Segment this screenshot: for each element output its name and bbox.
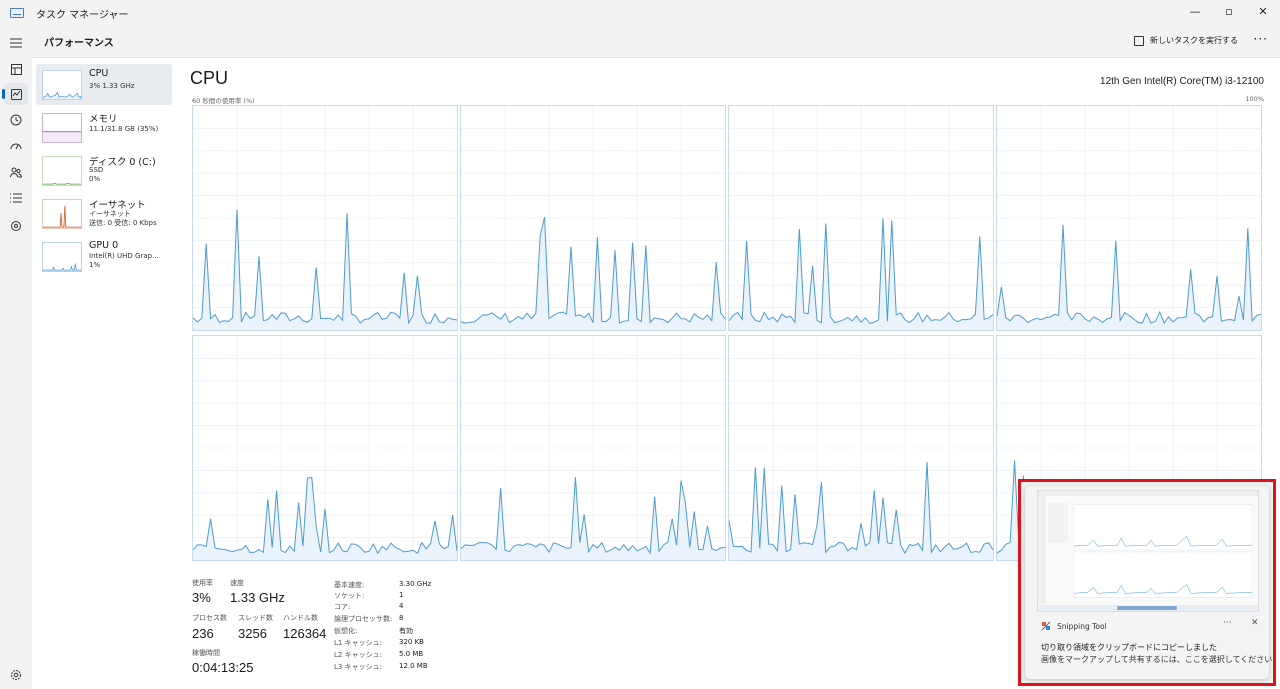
details-icon[interactable] xyxy=(4,187,28,209)
resource-item-memory[interactable]: メモリ 11.1/31.8 GB (35%) xyxy=(36,107,172,148)
chart-max-label: 100% xyxy=(1245,95,1264,103)
hamburger-menu-icon[interactable] xyxy=(4,32,28,54)
notification-close-button[interactable]: ✕ xyxy=(1251,618,1259,628)
notification-more-button[interactable]: ··· xyxy=(1223,618,1232,628)
resource-name: CPU xyxy=(89,68,109,79)
resource-detail: 11.1/31.8 GB (35%) xyxy=(89,125,159,133)
task-manager-icon xyxy=(10,8,24,18)
title-bar: タスク マネージャー — ▫ ✕ xyxy=(0,0,1280,26)
main-title: CPU xyxy=(190,68,229,88)
spec-label: 基本速度: xyxy=(334,581,365,589)
resource-name: GPU 0 xyxy=(89,240,119,251)
processes-label: プロセス数 xyxy=(192,614,227,622)
memory-thumbnail-graph xyxy=(42,113,82,143)
spec-value: 4 xyxy=(399,602,404,610)
processes-icon[interactable] xyxy=(4,58,28,80)
spec-value: 320 KB xyxy=(399,638,424,646)
cpu-core-graph xyxy=(728,335,994,561)
minimize-button[interactable]: — xyxy=(1178,0,1212,22)
more-options-button[interactable]: ··· xyxy=(1254,32,1268,46)
settings-gear-icon[interactable] xyxy=(10,666,22,680)
users-icon[interactable] xyxy=(4,161,28,183)
threads-label: スレッド数 xyxy=(238,614,273,622)
maximize-button[interactable]: ▫ xyxy=(1212,0,1246,22)
app-history-icon[interactable] xyxy=(4,109,28,131)
page-header: パフォーマンス 新しいタスクを実行する ··· xyxy=(32,26,1280,58)
cpu-model: 12th Gen Intel(R) Core(TM) i3-12100 xyxy=(1100,76,1264,87)
notification-app: Snipping Tool xyxy=(1041,621,1107,631)
spec-label: L1 キャッシュ: xyxy=(334,639,382,647)
notification-app-name: Snipping Tool xyxy=(1057,621,1107,631)
resource-list: CPU 3% 1.33 GHz メモリ 11.1/31.8 GB (35%) デ… xyxy=(36,64,172,279)
spec-value: 1 xyxy=(399,591,404,599)
spec-label: L3 キャッシュ: xyxy=(334,663,382,671)
page-title: パフォーマンス xyxy=(44,38,114,49)
spec-label: 仮想化: xyxy=(334,627,358,635)
chart-caption: 60 秒間の使用率 (%) xyxy=(192,97,255,105)
resource-item-disk[interactable]: ディスク 0 (C:) SSD 0% xyxy=(36,150,172,191)
resource-item-cpu[interactable]: CPU 3% 1.33 GHz xyxy=(36,64,172,105)
snipping-tool-icon xyxy=(1041,621,1051,631)
handles-value: 126364 xyxy=(283,626,327,641)
disk-thumbnail-graph xyxy=(42,156,82,186)
left-nav xyxy=(0,26,32,689)
cpu-core-graph xyxy=(192,105,458,331)
performance-icon[interactable] xyxy=(2,83,28,105)
run-task-icon xyxy=(1134,35,1144,46)
speed-value: 1.33 GHz xyxy=(230,590,285,605)
cpu-thumbnail-graph xyxy=(42,70,82,100)
startup-apps-icon[interactable] xyxy=(4,135,28,157)
usage-value: 3% xyxy=(192,590,211,605)
window-title: タスク マネージャー xyxy=(36,9,129,21)
notification-card[interactable]: Snipping Tool ··· ✕ 切り取り領域をクリップボードにコピーしま… xyxy=(1025,486,1273,679)
resource-detail: 3% 1.33 GHz xyxy=(89,82,135,90)
cpu-core-graph xyxy=(996,105,1262,331)
uptime-value: 0:04:13:25 xyxy=(192,660,254,675)
notification-subtext: 画像をマークアップして共有するには、ここを選択してください xyxy=(1041,655,1273,664)
resource-detail: 1% xyxy=(89,261,101,269)
usage-label: 使用率 xyxy=(192,579,213,587)
spec-label: ソケット: xyxy=(334,592,365,600)
services-icon[interactable] xyxy=(4,215,28,237)
resource-name: メモリ xyxy=(89,114,118,125)
snipping-tool-notification[interactable]: Snipping Tool ··· ✕ 切り取り領域をクリップボードにコピーしま… xyxy=(1018,479,1276,686)
spec-value: 12.0 MB xyxy=(399,662,428,670)
close-button[interactable]: ✕ xyxy=(1246,0,1280,22)
spec-value: 3.30 GHz xyxy=(399,580,432,588)
window-controls: — ▫ ✕ xyxy=(1178,0,1280,26)
spec-value: 5.0 MB xyxy=(399,650,424,658)
spec-label: 論理プロセッサ数: xyxy=(334,615,393,623)
threads-value: 3256 xyxy=(238,626,267,641)
spec-value: 有効 xyxy=(399,627,413,635)
handles-label: ハンドル数 xyxy=(283,614,318,622)
cpu-core-graph xyxy=(192,335,458,561)
gpu-thumbnail-graph xyxy=(42,242,82,272)
ethernet-thumbnail-graph xyxy=(42,199,82,229)
resource-detail: Intel(R) UHD Grap... xyxy=(89,252,159,260)
screenshot-preview[interactable] xyxy=(1037,490,1259,612)
run-new-task-button[interactable]: 新しいタスクを実行する xyxy=(1134,35,1238,46)
resource-item-gpu[interactable]: GPU 0 Intel(R) UHD Grap... 1% xyxy=(36,236,172,277)
cpu-core-graph xyxy=(728,105,994,331)
cpu-core-graph xyxy=(460,105,726,331)
run-new-task-label: 新しいタスクを実行する xyxy=(1150,36,1238,45)
speed-label: 速度 xyxy=(230,579,244,587)
resource-detail: SSD xyxy=(89,166,104,174)
processes-value: 236 xyxy=(192,626,214,641)
uptime-label: 稼働時間 xyxy=(192,649,220,657)
spec-label: コア: xyxy=(334,603,351,611)
resource-detail: 送信: 0 受信: 0 Kbps xyxy=(89,219,157,227)
spec-label: L2 キャッシュ: xyxy=(334,651,382,659)
cpu-core-graph xyxy=(460,335,726,561)
spec-value: 8 xyxy=(399,614,404,622)
notification-message: 切り取り領域をクリップボードにコピーしました xyxy=(1041,643,1217,652)
resource-item-ethernet[interactable]: イーサネット イーサネット 送信: 0 受信: 0 Kbps xyxy=(36,193,172,234)
resource-detail: 0% xyxy=(89,175,101,183)
